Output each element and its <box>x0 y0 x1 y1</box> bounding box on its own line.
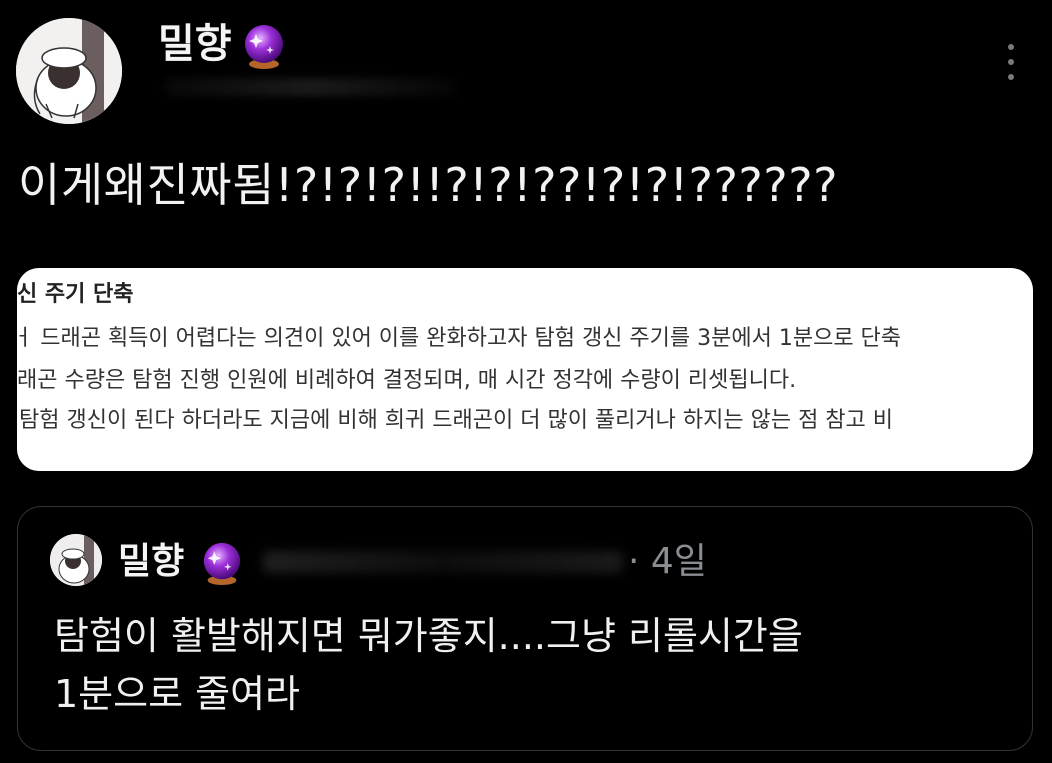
author-name[interactable]: 밀향 <box>158 20 232 68</box>
quote-text-line: 탐험이 활발해지면 뭐가좋지....그냥 리롤시간을 <box>54 614 803 658</box>
author-avatar[interactable] <box>16 18 122 124</box>
crystal-ball-icon <box>245 25 283 69</box>
quote-timestamp: · 4일 <box>628 541 707 582</box>
more-dot-icon <box>1008 74 1014 80</box>
quote-text: 탐험이 활발해지면 뭐가좋지....그냥 리롤시간을 1분으로 줄여라 <box>54 607 1014 723</box>
more-options-button[interactable] <box>994 40 1028 84</box>
quote-text-line: 1분으로 줄여라 <box>54 672 301 716</box>
more-dot-icon <box>1008 59 1014 65</box>
crystal-ball-icon <box>203 542 241 586</box>
image-text-line: ㅓ 드래곤 획득이 어렵다는 의견이 있어 이를 완화하고자 탐험 갱신 주기를… <box>17 326 902 351</box>
more-dot-icon <box>1008 44 1014 50</box>
quote-author-name: 밀향 <box>118 541 185 582</box>
quoted-tweet[interactable]: 밀향 · 4일 탐험이 활발해지면 뭐가좋지....그냥 리롤시간을 1분으로 … <box>17 506 1033 751</box>
tweet-text: 이게왜진짜됨!?!?!?!!?!?!??!?!?!?????? <box>18 158 839 212</box>
quote-avatar <box>50 534 102 586</box>
image-text-line: 래곤 수량은 탐험 진행 인원에 비례하여 결정되며, 매 시간 정각에 수량이… <box>17 368 797 393</box>
avatar-illustration <box>16 18 122 124</box>
attached-image[interactable]: 신 주기 단축 ㅓ 드래곤 획득이 어렵다는 의견이 있어 이를 완화하고자 탐… <box>17 268 1033 471</box>
image-text-line: 탐험 갱신이 된다 하더라도 지금에 비해 희귀 드래곤이 더 많이 풀리거나 … <box>19 408 894 433</box>
quote-handle-redacted <box>263 551 623 573</box>
image-heading: 신 주기 단축 <box>17 282 134 307</box>
author-handle-redacted <box>165 78 455 96</box>
avatar-illustration <box>50 534 102 586</box>
